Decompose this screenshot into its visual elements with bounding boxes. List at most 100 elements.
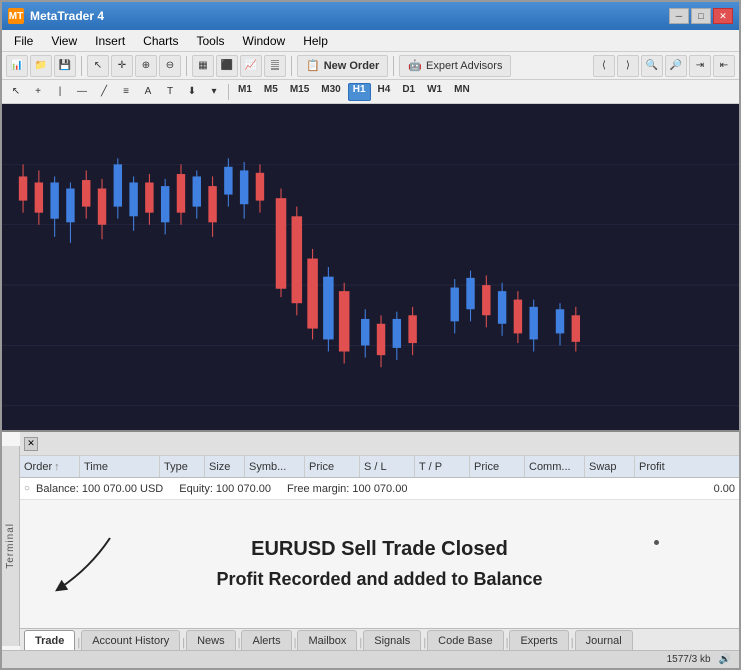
menu-charts[interactable]: Charts [135, 32, 186, 50]
tf-m30[interactable]: M30 [316, 83, 345, 101]
window-controls: ─ □ ✕ [669, 8, 733, 24]
cursor-tool[interactable]: ↖ [6, 82, 26, 102]
drawing-toolbar: ↖ + | — ╱ ≡ A T ⬇ ▾ M1 M5 M15 M30 H1 H4 … [2, 80, 739, 104]
crosshair-tool[interactable]: + [28, 82, 48, 102]
table-header: Order ↑ Time Type Size Symb... Price [20, 456, 739, 478]
tf-m15[interactable]: M15 [285, 83, 314, 101]
app-icon: MT [8, 8, 24, 24]
menu-help[interactable]: Help [295, 32, 336, 50]
col-price: Price [305, 456, 360, 477]
info-line-1: EURUSD Sell Trade Closed [251, 538, 508, 561]
fib-tool[interactable]: ≡ [116, 82, 136, 102]
scroll-start-icon[interactable]: ⇤ [713, 55, 735, 77]
bottom-tabs: Trade | Account History | News | Alerts … [20, 628, 739, 650]
chart-candle-icon[interactable]: 𝄛 [264, 55, 286, 77]
balance-text: Balance: 100 070.00 USD [36, 483, 163, 495]
equity-text: Equity: 100 070.00 [179, 483, 271, 495]
tab-signals[interactable]: Signals [363, 630, 421, 650]
toolbar-separator-4 [393, 56, 394, 76]
tab-experts[interactable]: Experts [509, 630, 568, 650]
tab-journal[interactable]: Journal [575, 630, 633, 650]
terminal-close-button[interactable]: ✕ [24, 437, 38, 451]
tab-mailbox[interactable]: Mailbox [297, 630, 357, 650]
expert-icon: 🤖 [408, 59, 422, 72]
maximize-button[interactable]: □ [691, 8, 711, 24]
label-tool[interactable]: T [160, 82, 180, 102]
tab-code-base[interactable]: Code Base [427, 630, 503, 650]
toolbar-separator-1 [81, 56, 82, 76]
open-icon[interactable]: 📁 [30, 55, 52, 77]
text-tool[interactable]: A [138, 82, 158, 102]
balance-row: ○ Balance: 100 070.00 USD Equity: 100 07… [20, 478, 739, 500]
balance-indicator: ○ [24, 483, 30, 494]
chart-line-icon[interactable]: 📈 [240, 55, 262, 77]
zoom-chart-out-icon[interactable]: 🔎 [665, 55, 687, 77]
menu-view[interactable]: View [43, 32, 85, 50]
tf-mn[interactable]: MN [449, 83, 475, 101]
zoom-out-icon[interactable]: ⊖ [159, 55, 181, 77]
scroll-right-icon[interactable]: ⟩ [617, 55, 639, 77]
expert-advisors-button[interactable]: 🤖 Expert Advisors [399, 55, 511, 77]
col-profit: Profit [635, 456, 715, 477]
close-button[interactable]: ✕ [713, 8, 733, 24]
arrow-down-tool[interactable]: ⬇ [182, 82, 202, 102]
toolbar-separator-3 [291, 56, 292, 76]
tab-trade[interactable]: Trade [24, 630, 75, 650]
tf-d1[interactable]: D1 [397, 83, 420, 101]
zoom-chart-in-icon[interactable]: 🔍 [641, 55, 663, 77]
info-area: EURUSD Sell Trade Closed Profit Recorded… [20, 500, 739, 628]
title-bar-left: MT MetaTrader 4 [8, 8, 104, 24]
title-bar: MT MetaTrader 4 ─ □ ✕ [2, 2, 739, 30]
expert-label: Expert Advisors [426, 60, 502, 72]
scroll-end-icon[interactable]: ⇥ [689, 55, 711, 77]
menu-window[interactable]: Window [235, 32, 294, 50]
menu-file[interactable]: File [6, 32, 41, 50]
arrow-icon[interactable]: ↖ [87, 55, 109, 77]
terminal-side-label: Terminal [2, 446, 20, 646]
col-sl: S / L [360, 456, 415, 477]
tf-m5[interactable]: M5 [259, 83, 283, 101]
col-symbol: Symb... [245, 456, 305, 477]
line-tool[interactable]: | [50, 82, 70, 102]
info-line-2: Profit Recorded and added to Balance [216, 569, 542, 590]
menu-insert[interactable]: Insert [87, 32, 133, 50]
new-order-label: New Order [324, 60, 380, 72]
free-margin-text: Free margin: 100 070.00 [287, 483, 407, 495]
tab-alerts[interactable]: Alerts [241, 630, 291, 650]
dt-separator-1 [228, 84, 229, 100]
new-order-button[interactable]: 📋 New Order [297, 55, 388, 77]
chart-type-icon[interactable]: ▦ [192, 55, 214, 77]
chart-area [2, 104, 739, 430]
col-swap: Swap [585, 456, 635, 477]
info-dot [654, 540, 659, 545]
save-icon[interactable]: 💾 [54, 55, 76, 77]
arrow-annotation [30, 518, 190, 598]
toolbar-separator-2 [186, 56, 187, 76]
trendline-tool[interactable]: ╱ [94, 82, 114, 102]
tf-m1[interactable]: M1 [233, 83, 257, 101]
col-size: Size [205, 456, 245, 477]
crosshair-icon[interactable]: ✛ [111, 55, 133, 77]
chart-bar-icon[interactable]: ⬛ [216, 55, 238, 77]
new-order-icon: 📋 [306, 59, 320, 72]
tab-news[interactable]: News [186, 630, 236, 650]
tf-w1[interactable]: W1 [422, 83, 447, 101]
status-text: 1577/3 kb [667, 654, 711, 665]
col-time: Time [80, 456, 160, 477]
drawing-select[interactable]: ▾ [204, 82, 224, 102]
col-order: Order ↑ [20, 456, 80, 477]
scroll-left-icon[interactable]: ⟨ [593, 55, 615, 77]
status-icon: 🔊 [719, 654, 731, 665]
profit-value: 0.00 [659, 483, 739, 495]
toolbar: 📊 📁 💾 ↖ ✛ ⊕ ⊖ ▦ ⬛ 📈 𝄛 📋 New Order 🤖 Expe… [2, 52, 739, 80]
col-price2: Price [470, 456, 525, 477]
new-chart-icon[interactable]: 📊 [6, 55, 28, 77]
tf-h4[interactable]: H4 [373, 83, 396, 101]
tf-h1[interactable]: H1 [348, 83, 371, 101]
minimize-button[interactable]: ─ [669, 8, 689, 24]
menu-bar: File View Insert Charts Tools Window Hel… [2, 30, 739, 52]
hline-tool[interactable]: — [72, 82, 92, 102]
tab-account-history[interactable]: Account History [81, 630, 180, 650]
zoom-in-icon[interactable]: ⊕ [135, 55, 157, 77]
menu-tools[interactable]: Tools [189, 32, 233, 50]
